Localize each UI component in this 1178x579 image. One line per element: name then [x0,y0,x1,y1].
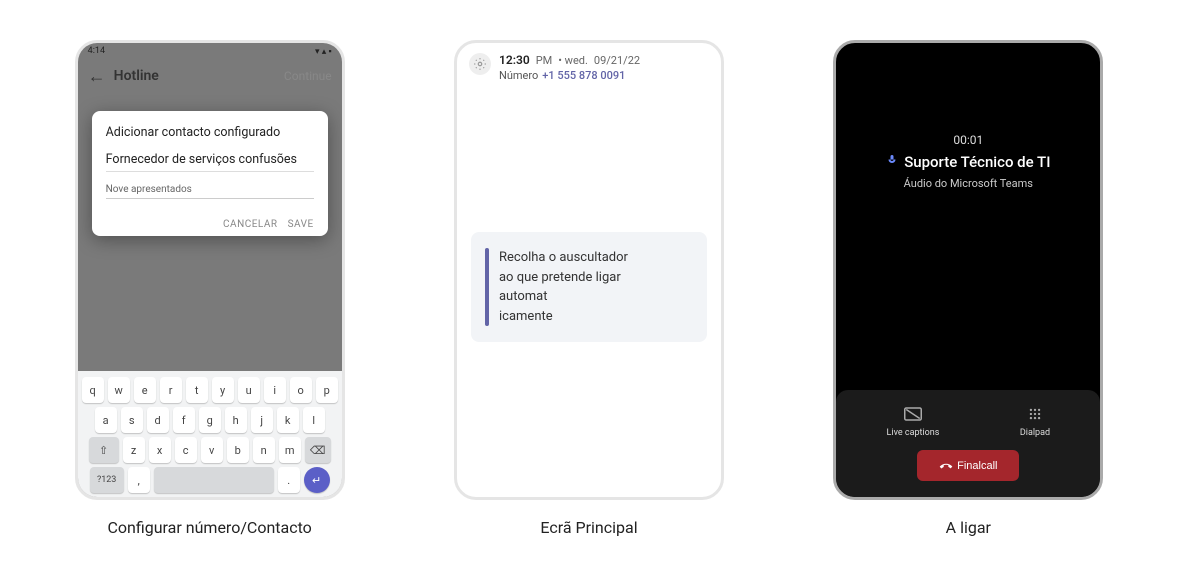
hangup-icon [936,456,955,475]
ampm: PM [536,54,553,67]
key-enter[interactable]: ↵ [304,467,330,493]
topbar: ← Hotline Continue [78,59,342,93]
modal-subtitle: Fornecedor de serviços confusões [106,152,314,172]
key-l[interactable]: l [303,407,325,433]
soft-keyboard[interactable]: q w e r t y u i o p a s d f g h j k l [78,371,342,497]
add-contact-modal: Adicionar contacto configurado Fornecedo… [92,111,328,236]
key-c[interactable]: c [175,437,197,463]
number-value: +1 555 878 0091 [542,69,625,82]
key-m[interactable]: m [279,437,301,463]
key-n[interactable]: n [253,437,275,463]
caption-main: Ecrã Principal [540,518,637,537]
key-row-3: ⇧ z x c v b n m ⌫ [82,437,338,463]
key-shift[interactable]: ⇧ [89,437,119,463]
call-name-row: Suporte Técnico de TI [836,153,1100,171]
key-o[interactable]: o [290,377,312,403]
number-row: Número +1 555 878 0091 [499,69,640,82]
key-row-4: ?123 , . ↵ [82,467,338,493]
key-symbols[interactable]: ?123 [90,467,124,493]
call-controls-row: Live captions Dialpad [846,404,1090,438]
number-label: Número [499,69,538,82]
key-v[interactable]: v [201,437,223,463]
call-controls: Live captions Dialpad [836,390,1100,497]
key-e[interactable]: e [134,377,156,403]
key-i[interactable]: i [264,377,286,403]
caption-configure: Configurar número/Contacto [108,518,312,537]
live-captions-button[interactable]: Live captions [887,404,940,438]
card-message: Recolha o auscultador ao que pretende li… [499,248,628,326]
key-b[interactable]: b [227,437,249,463]
cancel-button[interactable]: CANCELAR [223,219,278,230]
back-icon[interactable]: ← [88,66,106,87]
status-bar: 4:14 ▾ ▴ ▪ [78,43,342,59]
call-info: 00:01 Suporte Técnico de TI Áudio do Mic… [836,43,1100,190]
dialpad-icon [1025,404,1045,424]
key-f[interactable]: f [173,407,195,433]
key-w[interactable]: w [108,377,130,403]
mic-icon [886,153,898,171]
continue-button[interactable]: Continue [284,69,332,83]
call-name: Suporte Técnico de TI [904,153,1050,171]
live-captions-label: Live captions [887,428,940,438]
key-g[interactable]: g [199,407,221,433]
key-backspace[interactable]: ⌫ [305,437,331,463]
key-s[interactable]: s [121,407,143,433]
date-prefix: • wed. [558,54,588,67]
panel-configure: 4:14 ▾ ▴ ▪ ← Hotline Continue Adicionar … [75,40,345,537]
key-row-1: q w e r t y u i o p [82,377,338,403]
gear-icon[interactable] [469,53,491,75]
caption-calling: A ligar [946,518,991,537]
key-p[interactable]: p [316,377,338,403]
modal-actions: CANCELAR SAVE [106,219,314,230]
key-k[interactable]: k [277,407,299,433]
save-button[interactable]: SAVE [288,219,314,230]
panel-main: 12:30 PM • wed. 09/21/22 Número +1 555 8… [454,40,724,537]
dialpad-button[interactable]: Dialpad [1020,404,1050,438]
modal-title: Adicionar contacto configurado [106,125,314,140]
modal-field[interactable]: Nove apresentados [106,184,314,199]
call-timer: 00:01 [836,133,1100,147]
date: 09/21/22 [594,54,640,67]
topbar-title: Hotline [114,68,159,84]
end-call-button[interactable]: Finalcall [917,450,1019,481]
topbar-main: 12:30 PM • wed. 09/21/22 Número +1 555 8… [457,43,721,92]
key-row-2: a s d f g h j k l [82,407,338,433]
panel-calling: 00:01 Suporte Técnico de TI Áudio do Mic… [833,40,1103,537]
card-accent-bar [485,248,489,326]
instruction-card: Recolha o auscultador ao que pretende li… [471,232,707,342]
key-d[interactable]: d [147,407,169,433]
key-j[interactable]: j [251,407,273,433]
key-y[interactable]: y [212,377,234,403]
key-period[interactable]: . [278,467,300,493]
time-row: 12:30 PM • wed. 09/21/22 [499,53,640,67]
phone-calling: 00:01 Suporte Técnico de TI Áudio do Mic… [833,40,1103,500]
captions-icon [903,404,923,424]
status-time: 4:14 [88,46,105,56]
time-value: 12:30 [499,53,530,67]
key-h[interactable]: h [225,407,247,433]
key-comma[interactable]: , [128,467,150,493]
topbar-info: 12:30 PM • wed. 09/21/22 Número +1 555 8… [499,53,640,82]
end-call-label: Finalcall [957,460,997,472]
status-icons: ▾ ▴ ▪ [315,46,332,57]
key-x[interactable]: x [149,437,171,463]
key-z[interactable]: z [123,437,145,463]
phone-main: 12:30 PM • wed. 09/21/22 Número +1 555 8… [454,40,724,500]
key-t[interactable]: t [186,377,208,403]
call-subtitle: Áudio do Microsoft Teams [836,177,1100,190]
key-a[interactable]: a [95,407,117,433]
phone-configure: 4:14 ▾ ▴ ▪ ← Hotline Continue Adicionar … [75,40,345,500]
key-u[interactable]: u [238,377,260,403]
key-q[interactable]: q [82,377,104,403]
dialpad-label: Dialpad [1020,428,1050,438]
key-r[interactable]: r [160,377,182,403]
key-space[interactable] [154,467,274,493]
